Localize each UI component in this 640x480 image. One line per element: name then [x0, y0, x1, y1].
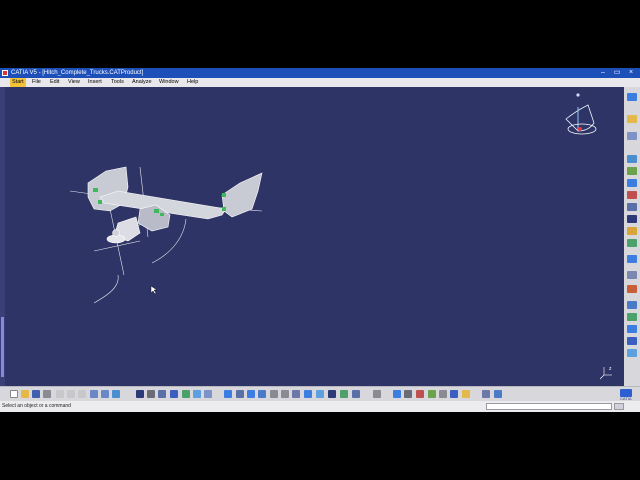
redo-icon[interactable] [101, 390, 109, 398]
catalog-browser-icon[interactable] [170, 390, 178, 398]
menu-tools[interactable]: Tools [111, 78, 124, 87]
close-button[interactable]: × [624, 68, 638, 78]
coincidence-icon[interactable] [627, 179, 637, 187]
render-style-icon[interactable] [352, 390, 360, 398]
save-management-icon[interactable] [627, 349, 637, 357]
window-title: CATIA V5 - [Hitch_Complete_Trucks.CATPro… [11, 70, 144, 76]
space-analysis-icon[interactable] [627, 325, 637, 333]
fast-multi-instantiation-icon[interactable] [462, 390, 470, 398]
constraint-mode-icon[interactable] [404, 390, 412, 398]
comment-icon[interactable] [147, 390, 155, 398]
scene-icon[interactable] [182, 390, 190, 398]
scroll-handle[interactable] [1, 317, 4, 377]
clash-icon[interactable] [627, 285, 637, 293]
axis-z-label: z [609, 366, 612, 372]
catia-app-icon[interactable] [2, 70, 8, 76]
work-on-support-icon[interactable] [494, 390, 502, 398]
fly-mode-icon[interactable] [224, 390, 232, 398]
fx-formula-icon[interactable] [136, 390, 144, 398]
camera-icon[interactable] [193, 390, 201, 398]
menu-analyze[interactable]: Analyze [132, 78, 152, 87]
measure-between-icon[interactable] [373, 390, 381, 398]
measure-item-icon[interactable] [393, 390, 401, 398]
swap-space-icon[interactable] [340, 390, 348, 398]
mouse-cursor [150, 285, 158, 295]
menu-start[interactable]: Start [10, 78, 26, 87]
status-bar: Select an object or a command [0, 401, 640, 412]
save-icon[interactable] [32, 390, 40, 398]
zoom-out-icon[interactable] [281, 390, 289, 398]
menu-insert[interactable]: Insert [88, 78, 102, 87]
3d-viewport[interactable]: z [0, 87, 624, 386]
command-input[interactable] [486, 403, 612, 410]
contact-icon[interactable] [627, 191, 637, 199]
whats-this-icon[interactable] [112, 390, 120, 398]
constraint-icon[interactable] [627, 155, 637, 163]
copy-icon[interactable] [67, 390, 75, 398]
menu-view[interactable]: View [68, 78, 80, 87]
hide-show-icon[interactable] [328, 390, 336, 398]
catalog-icon[interactable] [627, 337, 637, 345]
light-icon[interactable] [204, 390, 212, 398]
manipulate-icon[interactable] [627, 239, 637, 247]
pan-icon[interactable] [247, 390, 255, 398]
new-icon[interactable] [10, 390, 18, 398]
print-icon[interactable] [43, 390, 51, 398]
undo-icon[interactable] [90, 390, 98, 398]
update-all-icon[interactable] [428, 390, 436, 398]
stop-update-icon[interactable] [416, 390, 424, 398]
cut-icon[interactable] [56, 390, 64, 398]
zoom-in-icon[interactable] [270, 390, 278, 398]
title-bar[interactable]: CATIA V5 - [Hitch_Complete_Trucks.CATPro… [0, 68, 640, 78]
catia-application-window: CATIA V5 - [Hitch_Complete_Trucks.CATPro… [0, 68, 640, 412]
compass-toggle-icon[interactable] [627, 93, 637, 101]
right-toolbar [624, 87, 640, 386]
normal-view-icon[interactable] [292, 390, 300, 398]
open-icon[interactable] [21, 390, 29, 398]
component-icon[interactable] [627, 132, 637, 140]
annotation-icon[interactable] [158, 390, 166, 398]
paste-icon[interactable] [78, 390, 86, 398]
hitch-assembly-model[interactable]: z [0, 87, 624, 386]
update-icon[interactable] [627, 227, 637, 235]
command-submit-button[interactable] [614, 403, 624, 410]
menu-bar: Start File Edit View Insert Tools Analyz… [0, 78, 640, 87]
explode-icon[interactable] [627, 271, 637, 279]
offset-icon[interactable] [627, 203, 637, 211]
bottom-toolbar: CATIA [0, 386, 640, 401]
grid-icon[interactable] [482, 390, 490, 398]
menu-file[interactable]: File [32, 78, 41, 87]
menu-window[interactable]: Window [159, 78, 179, 87]
fit-all-icon[interactable] [236, 390, 244, 398]
angle-icon[interactable] [627, 215, 637, 223]
menu-help[interactable]: Help [187, 78, 198, 87]
knowledge-icon[interactable] [450, 390, 458, 398]
snap-icon[interactable] [627, 255, 637, 263]
product-icon[interactable] [627, 115, 637, 123]
section-icon[interactable] [627, 313, 637, 321]
maximize-button[interactable]: ▭ [610, 68, 624, 78]
menu-edit[interactable]: Edit [50, 78, 59, 87]
rotate-icon[interactable] [258, 390, 266, 398]
iso-view-icon[interactable] [304, 390, 312, 398]
fix-icon[interactable] [627, 167, 637, 175]
select-icon[interactable] [439, 390, 447, 398]
status-prompt: Select an object or a command [2, 403, 71, 409]
minimize-button[interactable]: – [596, 68, 610, 78]
shading-icon[interactable] [316, 390, 324, 398]
compass-icon[interactable] [565, 93, 597, 135]
tree-collapse-strip[interactable] [0, 87, 5, 386]
measure-icon[interactable] [627, 301, 637, 309]
